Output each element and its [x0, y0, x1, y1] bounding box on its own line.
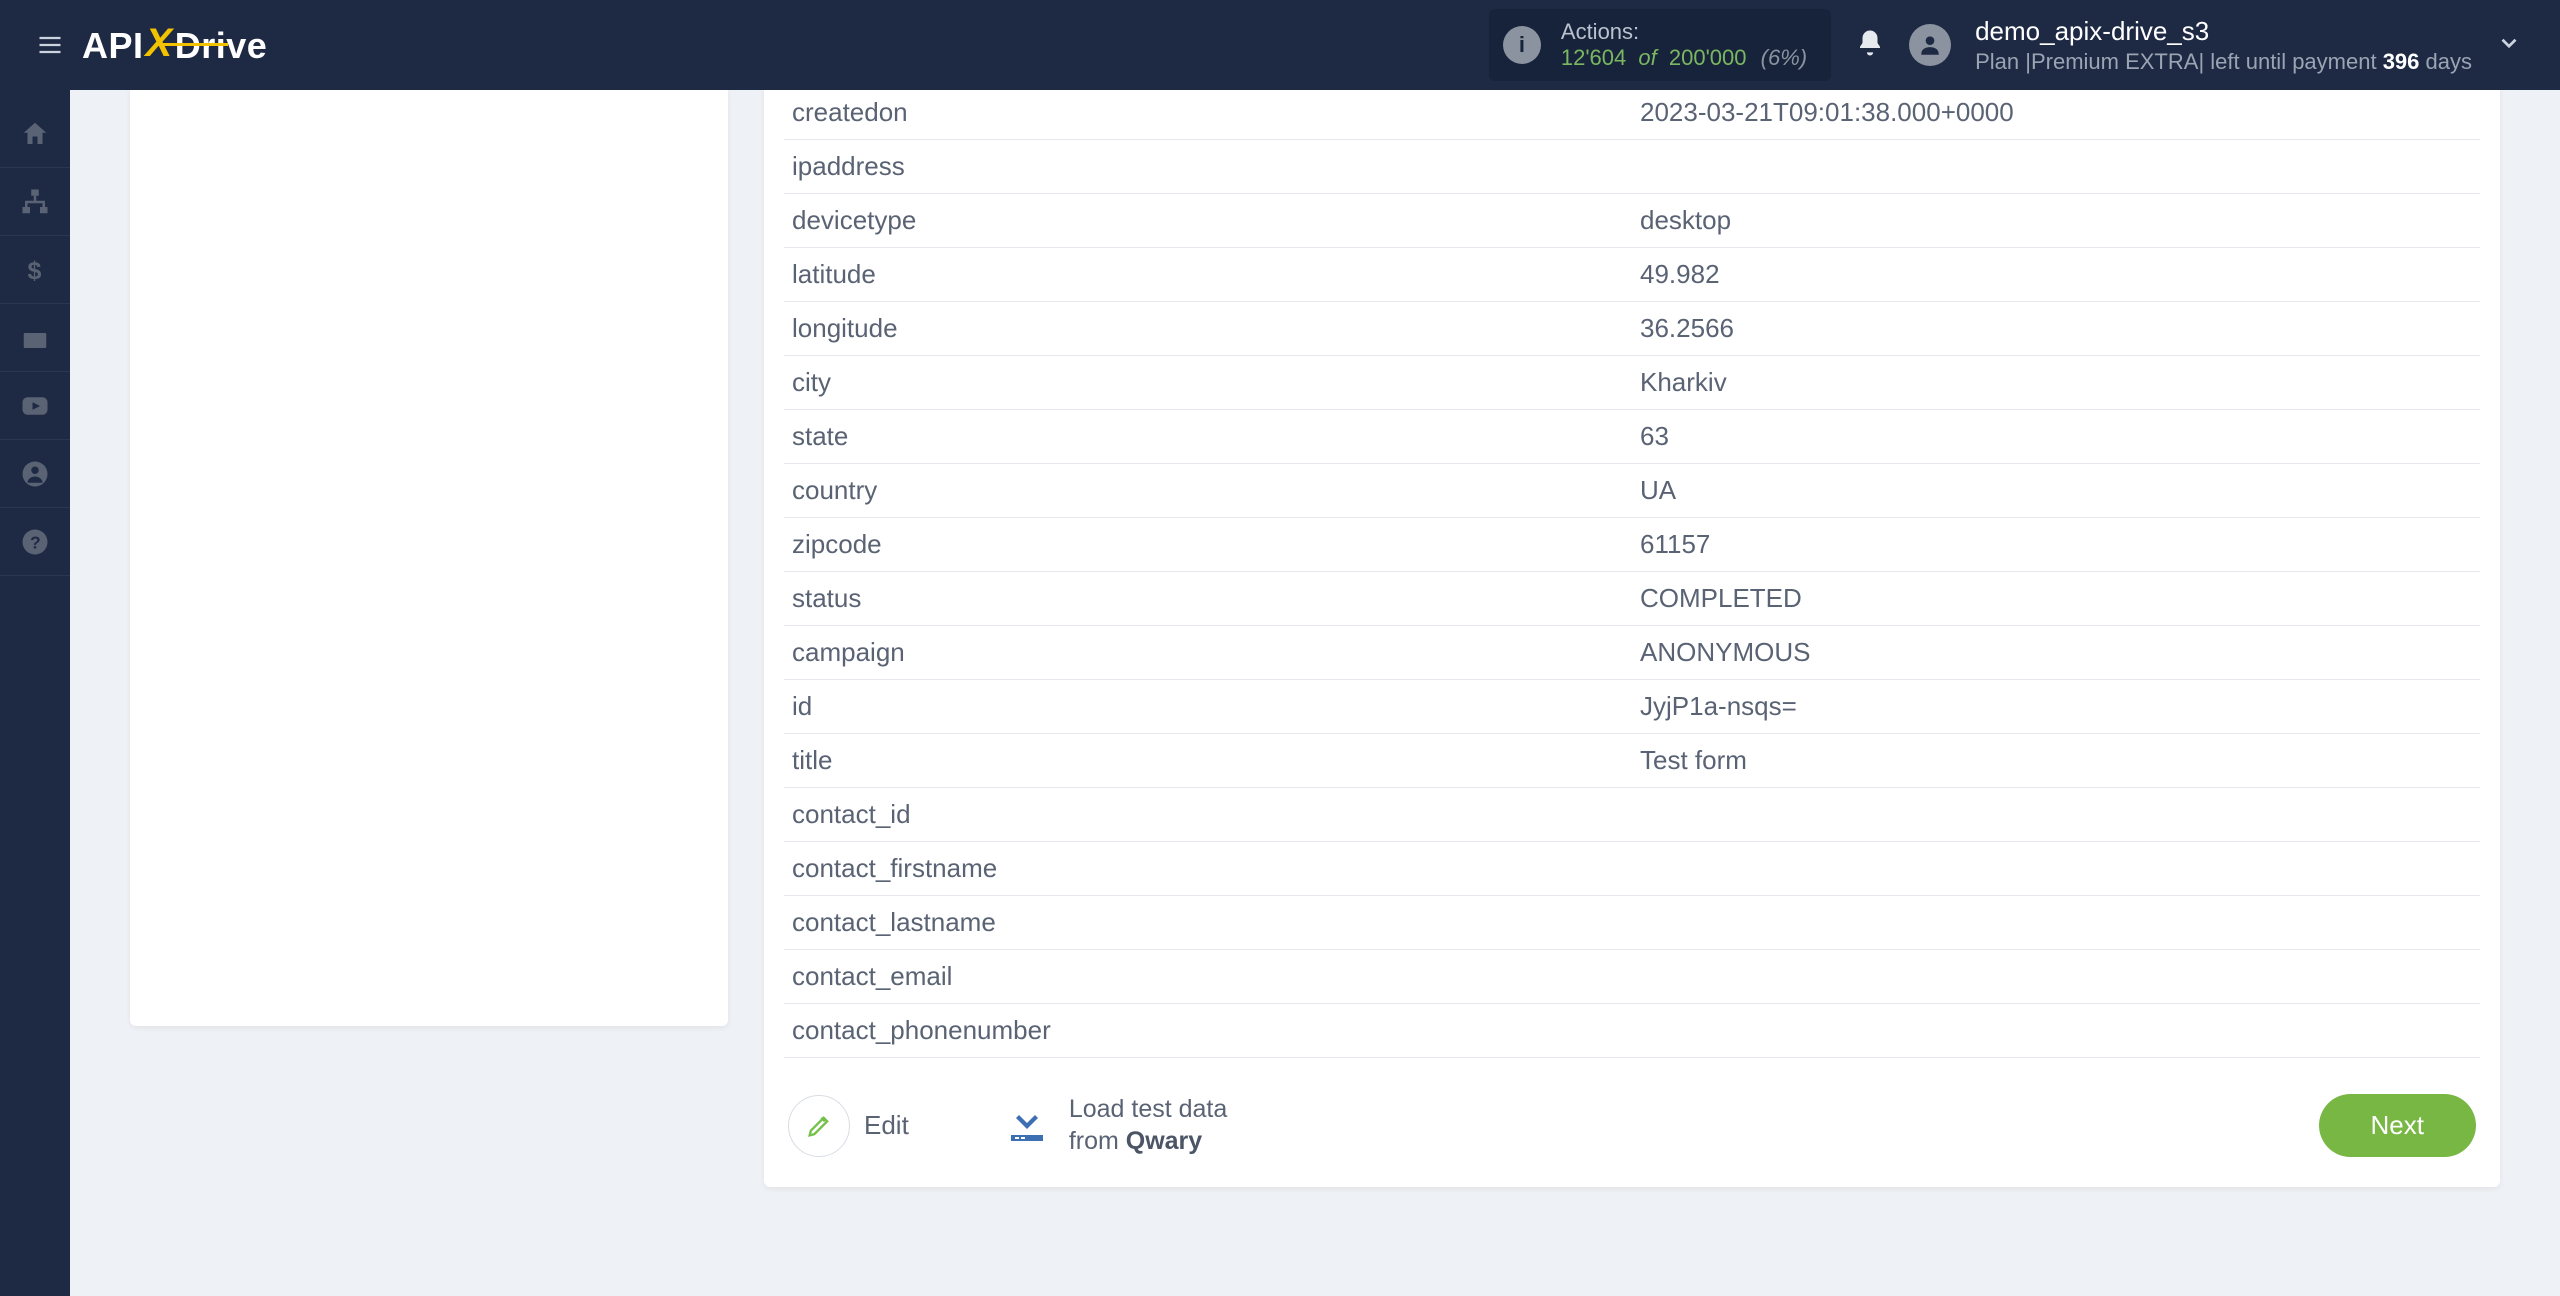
edit-label: Edit — [864, 1110, 909, 1141]
sidebar-briefcase-icon[interactable] — [0, 304, 70, 372]
chevron-down-icon[interactable] — [2496, 30, 2522, 61]
field-key: campaign — [784, 626, 1632, 680]
table-row: contact_firstname — [784, 842, 2480, 896]
table-row: idJyjP1a-nsqs= — [784, 680, 2480, 734]
field-value: Kharkiv — [1632, 356, 2480, 410]
sidebar-sitemap-icon[interactable] — [0, 168, 70, 236]
field-value — [1632, 788, 2480, 842]
field-key: title — [784, 734, 1632, 788]
field-value — [1632, 1004, 2480, 1058]
table-row: contact_phonenumber — [784, 1004, 2480, 1058]
field-value: 63 — [1632, 410, 2480, 464]
field-value: Test form — [1632, 734, 2480, 788]
sidebar-user-icon[interactable] — [0, 440, 70, 508]
table-row: zipcode61157 — [784, 518, 2480, 572]
sidebar-help-icon[interactable]: ? — [0, 508, 70, 576]
field-key: contact_email — [784, 950, 1632, 1004]
field-key: country — [784, 464, 1632, 518]
field-key: city — [784, 356, 1632, 410]
info-icon: i — [1503, 26, 1541, 64]
sidebar-dollar-icon[interactable]: $ — [0, 236, 70, 304]
pencil-icon — [788, 1095, 850, 1157]
load-test-label: Load test data from Qwary — [1069, 1094, 1227, 1157]
field-value: UA — [1632, 464, 2480, 518]
field-key: status — [784, 572, 1632, 626]
plan-info: Plan |Premium EXTRA| left until payment … — [1975, 48, 2472, 76]
table-row: createdon2023-03-21T09:01:38.000+0000 — [784, 86, 2480, 140]
main-panel: createdon2023-03-21T09:01:38.000+0000ipa… — [764, 86, 2500, 1187]
user-info[interactable]: demo_apix-drive_s3 Plan |Premium EXTRA| … — [1975, 15, 2472, 75]
table-row: statusCOMPLETED — [784, 572, 2480, 626]
svg-text:?: ? — [30, 532, 41, 552]
table-row: contact_lastname — [784, 896, 2480, 950]
user-avatar-icon[interactable] — [1909, 24, 1951, 66]
field-key: devicetype — [784, 194, 1632, 248]
field-value: 36.2566 — [1632, 302, 2480, 356]
field-value: desktop — [1632, 194, 2480, 248]
logo-text-api: API — [82, 25, 144, 66]
content-area: createdon2023-03-21T09:01:38.000+0000ipa… — [70, 90, 2560, 1296]
table-row: countryUA — [784, 464, 2480, 518]
field-key: latitude — [784, 248, 1632, 302]
field-key: zipcode — [784, 518, 1632, 572]
table-row: state63 — [784, 410, 2480, 464]
field-key: ipaddress — [784, 140, 1632, 194]
table-row: titleTest form — [784, 734, 2480, 788]
table-row: cityKharkiv — [784, 356, 2480, 410]
left-sidebar: $ ? — [0, 90, 70, 1296]
data-table: createdon2023-03-21T09:01:38.000+0000ipa… — [784, 86, 2480, 1058]
actions-values: 12'604 of 200'000 (6%) — [1561, 45, 1807, 71]
app-logo[interactable]: APIXDrive — [82, 23, 267, 68]
table-row: devicetypedesktop — [784, 194, 2480, 248]
table-row: latitude49.982 — [784, 248, 2480, 302]
field-key: longitude — [784, 302, 1632, 356]
table-row: ipaddress — [784, 140, 2480, 194]
field-key: contact_phonenumber — [784, 1004, 1632, 1058]
left-panel — [130, 86, 728, 1026]
field-value — [1632, 950, 2480, 1004]
actions-label: Actions: — [1561, 19, 1807, 45]
field-value — [1632, 140, 2480, 194]
table-row: campaignANONYMOUS — [784, 626, 2480, 680]
field-value — [1632, 896, 2480, 950]
field-value: COMPLETED — [1632, 572, 2480, 626]
logo-underline — [158, 43, 228, 46]
svg-text:$: $ — [28, 256, 42, 284]
field-key: state — [784, 410, 1632, 464]
actions-counter[interactable]: i Actions: 12'604 of 200'000 (6%) — [1489, 9, 1831, 82]
field-key: createdon — [784, 86, 1632, 140]
field-value: 2023-03-21T09:01:38.000+0000 — [1632, 86, 2480, 140]
download-icon — [999, 1099, 1055, 1152]
table-row: contact_email — [784, 950, 2480, 1004]
field-value: 49.982 — [1632, 248, 2480, 302]
bell-icon[interactable] — [1855, 28, 1885, 63]
panel-footer: Edit Load test data from Qwary Next — [784, 1094, 2480, 1157]
hamburger-menu-icon[interactable] — [28, 0, 72, 90]
next-button[interactable]: Next — [2319, 1094, 2476, 1157]
field-key: contact_lastname — [784, 896, 1632, 950]
edit-button[interactable]: Edit — [788, 1095, 909, 1157]
field-key: id — [784, 680, 1632, 734]
field-value: 61157 — [1632, 518, 2480, 572]
user-name: demo_apix-drive_s3 — [1975, 15, 2472, 48]
sidebar-youtube-icon[interactable] — [0, 372, 70, 440]
top-header: APIXDrive i Actions: 12'604 of 200'000 (… — [0, 0, 2560, 90]
field-value — [1632, 842, 2480, 896]
table-row: contact_id — [784, 788, 2480, 842]
table-row: longitude36.2566 — [784, 302, 2480, 356]
field-key: contact_firstname — [784, 842, 1632, 896]
sidebar-home-icon[interactable] — [0, 100, 70, 168]
field-value: ANONYMOUS — [1632, 626, 2480, 680]
field-key: contact_id — [784, 788, 1632, 842]
load-test-data-button[interactable]: Load test data from Qwary — [999, 1094, 1227, 1157]
field-value: JyjP1a-nsqs= — [1632, 680, 2480, 734]
